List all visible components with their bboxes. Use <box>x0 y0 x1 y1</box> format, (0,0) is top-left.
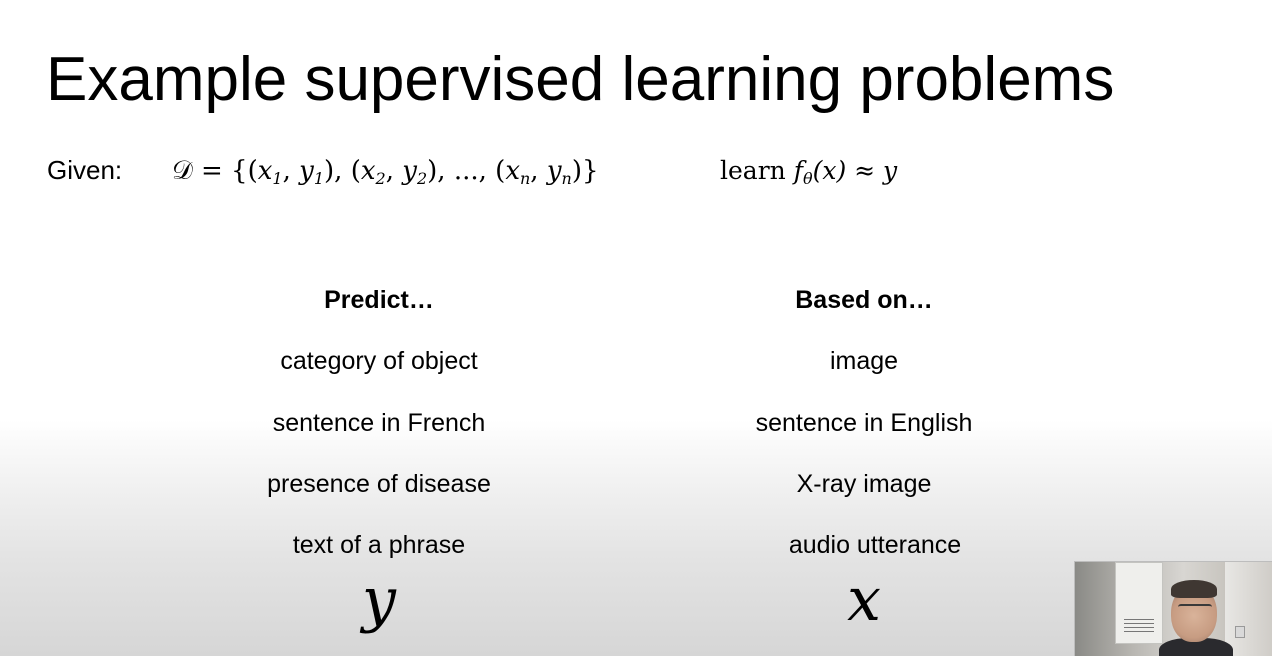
ellipsis: ... <box>453 156 479 186</box>
x1-sub: 1 <box>272 169 283 188</box>
slide-title: Example supervised learning problems <box>46 45 1115 114</box>
webcam-door <box>1225 562 1272 656</box>
predict-item: sentence in French <box>272 409 486 437</box>
webcam-overlay <box>1074 561 1272 656</box>
predict-item: category of object <box>280 347 478 375</box>
comma: , <box>530 156 547 186</box>
predict-item: text of a phrase <box>292 531 466 559</box>
learn-word: learn <box>720 156 786 185</box>
dataset-formula: 𝒟 = {(x1, y1), (x2, y2), ..., (xn, yn)} <box>172 156 599 188</box>
slide: Example supervised learning problems Giv… <box>0 0 1272 656</box>
predict-item: presence of disease <box>267 470 491 498</box>
x2: x <box>360 156 376 186</box>
webcam-person-hair <box>1171 580 1217 598</box>
y2: y <box>402 156 417 186</box>
given-label: Given: <box>47 155 123 185</box>
closing: )} <box>571 156 599 186</box>
based-on-symbol: x <box>847 565 881 635</box>
learn-formula: learn fθ(x) ≈ y <box>720 156 897 188</box>
yn-sub: n <box>561 169 572 188</box>
comma: , <box>282 156 300 186</box>
xn-sub: n <box>519 169 531 188</box>
x2-sub: 2 <box>375 169 386 188</box>
xn: x <box>505 156 520 186</box>
comma: , <box>385 156 403 186</box>
pair-sep: , ( <box>478 156 506 186</box>
based-on-item: X-ray image <box>796 470 932 498</box>
learn-rest: (x) ≈ y <box>812 156 898 185</box>
based-on-header: Based on… <box>795 286 933 314</box>
y2-sub: 2 <box>416 169 428 188</box>
pair-sep: ), ( <box>324 156 361 186</box>
based-on-item: sentence in English <box>755 409 973 437</box>
yn: y <box>546 156 562 186</box>
webcam-poster-text <box>1124 619 1154 633</box>
based-on-item: image <box>829 347 899 375</box>
webcam-glasses <box>1178 604 1212 615</box>
learn-theta: θ <box>802 169 813 188</box>
webcam-sticker <box>1235 626 1245 638</box>
y1: y <box>299 156 314 186</box>
dataset-prefix: 𝒟 = {( <box>172 156 258 186</box>
predict-header: Predict… <box>324 286 434 314</box>
pair-sep: ), <box>427 156 454 186</box>
based-on-item: audio utterance <box>788 531 962 559</box>
learn-f: f <box>793 156 803 185</box>
x1: x <box>257 156 273 186</box>
y1-sub: 1 <box>313 169 325 188</box>
predict-symbol: y <box>362 565 396 635</box>
webcam-poster <box>1115 562 1163 644</box>
